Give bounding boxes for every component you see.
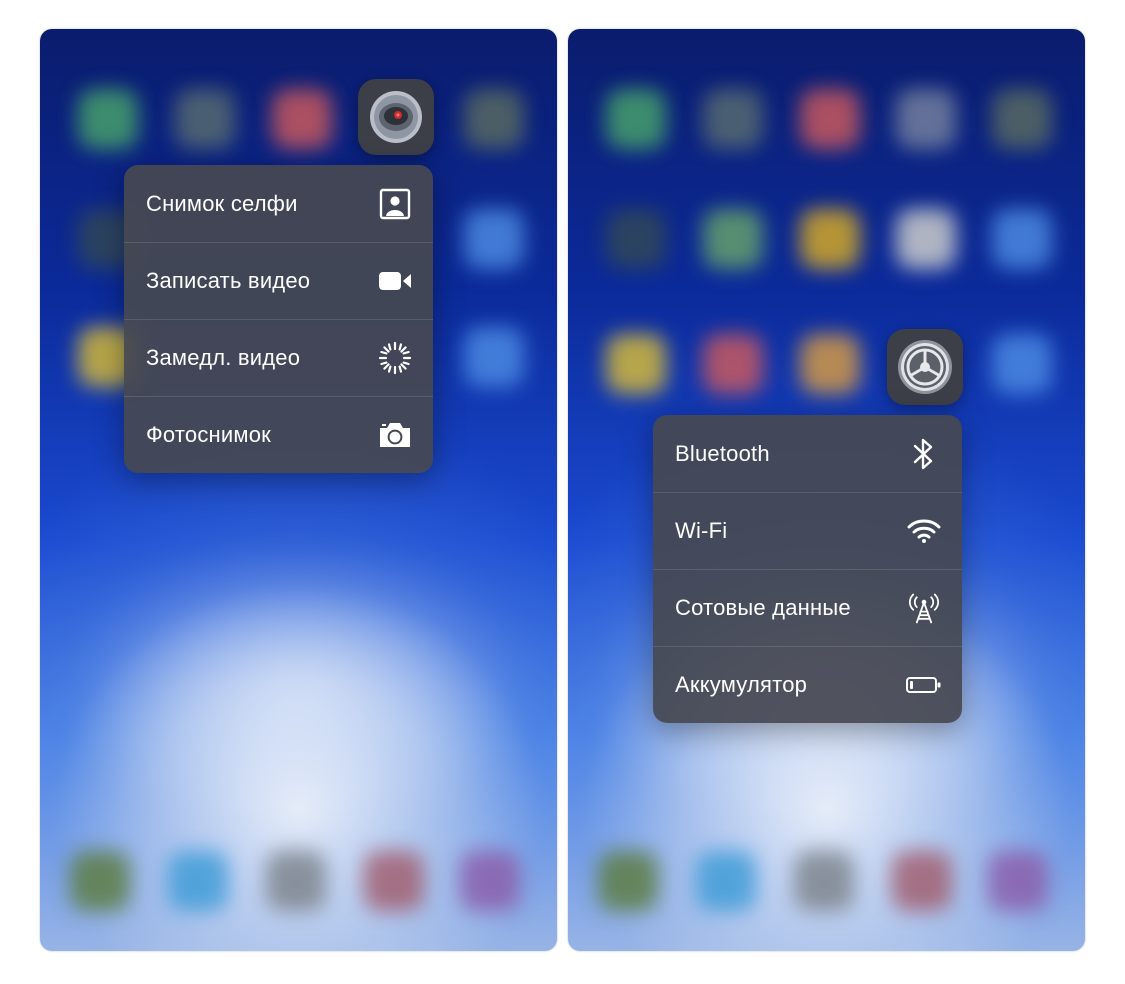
cellular-antenna-icon	[906, 590, 942, 626]
blurred-app-icon	[800, 209, 860, 269]
blurred-app-icon	[606, 209, 666, 269]
menu-item-label: Аккумулятор	[675, 672, 808, 697]
blurred-app-icon	[992, 209, 1052, 269]
settings-quick-actions-menu: Bluetooth Wi-Fi Сотовые данные Аккумулят…	[653, 415, 962, 723]
menu-item-selfie[interactable]: Снимок селфи	[124, 165, 433, 242]
blurred-app-icon	[703, 334, 763, 394]
slow-motion-icon	[377, 340, 413, 376]
blurred-dock-icon	[70, 851, 130, 911]
blurred-dock-icon	[266, 851, 326, 911]
menu-item-slow-motion[interactable]: Замедл. видео	[124, 319, 433, 396]
menu-item-bluetooth[interactable]: Bluetooth	[653, 415, 962, 492]
photo-camera-icon	[377, 417, 413, 453]
blurred-app-icon	[272, 89, 332, 149]
settings-app-icon[interactable]	[887, 329, 963, 405]
blurred-dock-icon	[892, 851, 952, 911]
menu-item-battery[interactable]: Аккумулятор	[653, 646, 962, 723]
blurred-dock-icon	[364, 851, 424, 911]
menu-item-wifi[interactable]: Wi-Fi	[653, 492, 962, 569]
camera-quick-actions-menu: Снимок селфи Записать видео Замедл. виде…	[124, 165, 433, 473]
blurred-app-icon	[992, 334, 1052, 394]
menu-item-label: Сотовые данные	[675, 595, 851, 620]
bluetooth-icon	[906, 436, 942, 472]
camera-app-icon[interactable]	[358, 79, 434, 155]
blurred-app-icon	[464, 327, 524, 387]
blurred-app-icon	[896, 89, 956, 149]
menu-item-photo[interactable]: Фотоснимок	[124, 396, 433, 473]
blurred-app-icon	[606, 334, 666, 394]
camera-lens-icon	[370, 91, 422, 143]
blurred-dock-icon	[598, 851, 658, 911]
blurred-app-icon	[703, 89, 763, 149]
blurred-app-icon	[78, 89, 138, 149]
home-screen-right: Bluetooth Wi-Fi Сотовые данные Аккумулят…	[568, 29, 1085, 951]
blurred-dock-icon	[168, 851, 228, 911]
blurred-app-icon	[606, 89, 666, 149]
blurred-dock-icon	[988, 851, 1048, 911]
blurred-app-icon	[703, 209, 763, 269]
blurred-app-icon	[896, 209, 956, 269]
wifi-icon	[906, 513, 942, 549]
menu-item-label: Bluetooth	[675, 440, 770, 466]
blurred-app-icon	[464, 209, 524, 269]
blurred-dock-icon	[696, 851, 756, 911]
blurred-dock-icon	[460, 851, 520, 911]
blurred-app-icon	[175, 89, 235, 149]
settings-gear-icon	[898, 340, 952, 394]
blurred-app-icon	[992, 89, 1052, 149]
battery-icon	[906, 667, 942, 703]
menu-item-record-video[interactable]: Записать видео	[124, 242, 433, 319]
menu-item-label: Записать видео	[146, 268, 311, 293]
selfie-portrait-icon	[377, 186, 413, 222]
menu-item-label: Снимок селфи	[146, 190, 298, 216]
blurred-dock-icon	[794, 851, 854, 911]
blurred-app-icon	[464, 89, 524, 149]
menu-item-label: Замедл. видео	[146, 345, 301, 370]
blurred-app-icon	[800, 334, 860, 394]
menu-item-cellular[interactable]: Сотовые данные	[653, 569, 962, 646]
blurred-app-icon	[800, 89, 860, 149]
video-camera-icon	[377, 263, 413, 299]
menu-item-label: Wi-Fi	[675, 518, 728, 543]
menu-item-label: Фотоснимок	[146, 422, 271, 447]
home-screen-left: Снимок селфи Записать видео Замедл. виде…	[40, 29, 557, 951]
